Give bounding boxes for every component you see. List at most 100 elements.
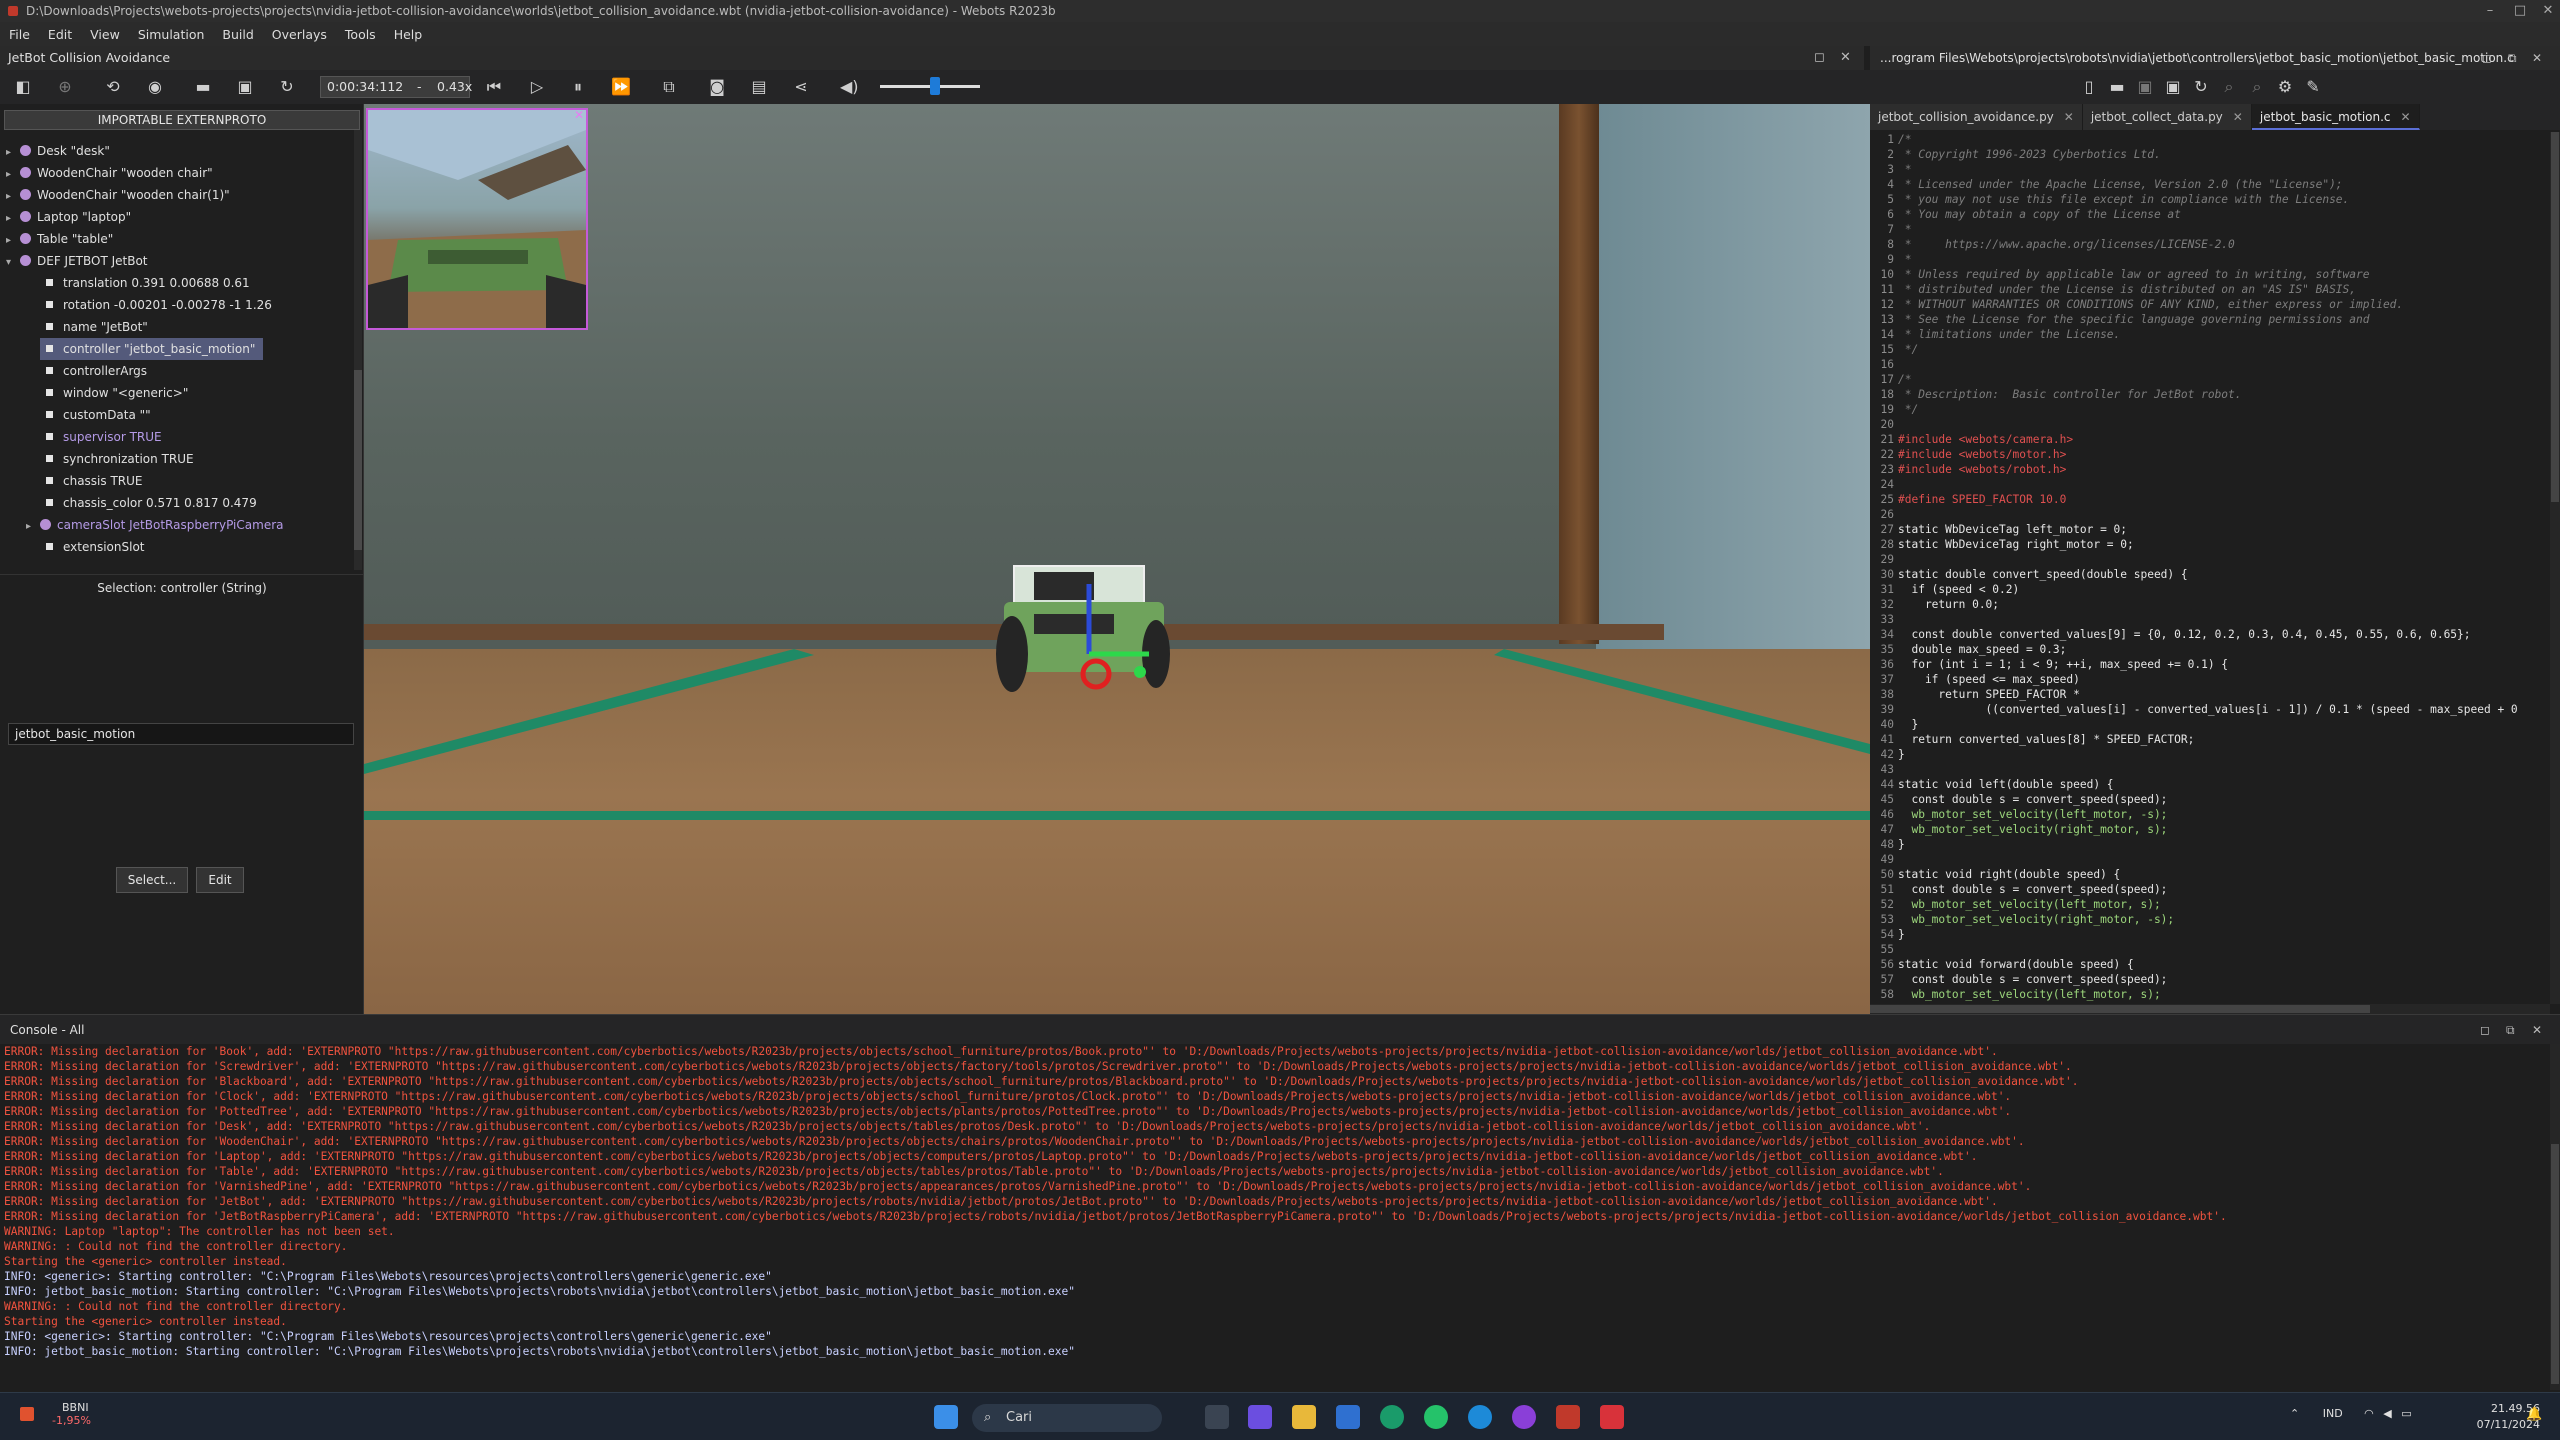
save-icon[interactable]: ▣: [236, 78, 254, 96]
reset-simulation-icon[interactable]: ⏮: [485, 78, 503, 96]
language-indicator[interactable]: IND: [2323, 1407, 2343, 1420]
webots-taskbar-icon[interactable]: [1556, 1405, 1580, 1429]
float-icon[interactable]: ⧉: [2506, 1015, 2515, 1045]
scene-tree-scrollbar[interactable]: [354, 130, 362, 570]
code-line[interactable]: 30 static double convert_speed(double spe…: [1870, 567, 2550, 582]
save-icon[interactable]: ▣: [2136, 78, 2154, 96]
tree-field-chassis[interactable]: chassis TRUE: [46, 470, 143, 492]
stock-widget[interactable]: BBNI -1,95%: [20, 1401, 91, 1427]
tree-field-custom-data[interactable]: customData "": [46, 404, 151, 426]
volume-icon[interactable]: ◀: [2383, 1407, 2391, 1420]
code-line[interactable]: 25 #define SPEED_FACTOR 10.0: [1870, 492, 2550, 507]
code-line[interactable]: 55: [1870, 942, 2550, 957]
close-tab-icon[interactable]: ✕: [2401, 110, 2411, 124]
code-line[interactable]: 56 static void forward(double speed) {: [1870, 957, 2550, 972]
close-icon[interactable]: ✕: [2532, 46, 2542, 70]
app-icon[interactable]: [1512, 1405, 1536, 1429]
reset-viewpoint-icon[interactable]: ⟲: [104, 78, 122, 96]
clean-brush-icon[interactable]: ✎: [2304, 78, 2322, 96]
console-scrollbar[interactable]: [2550, 1044, 2560, 1390]
code-line[interactable]: 20: [1870, 417, 2550, 432]
pause-icon[interactable]: ⏸: [569, 78, 587, 96]
tree-field-translation[interactable]: translation 0.391 0.00688 0.61: [46, 272, 250, 294]
code-line[interactable]: 26: [1870, 507, 2550, 522]
expand-arrow-icon[interactable]: ▸: [6, 208, 20, 230]
code-line[interactable]: 1 /*: [1870, 132, 2550, 147]
code-line[interactable]: 22 #include <webots/motor.h>: [1870, 447, 2550, 462]
code-line[interactable]: 23 #include <webots/robot.h>: [1870, 462, 2550, 477]
add-node-icon[interactable]: ⊕: [56, 78, 74, 96]
clock[interactable]: 21.49.56 07/11/2024: [2440, 1401, 2540, 1433]
close-icon[interactable]: ✕: [2532, 1015, 2542, 1045]
code-line[interactable]: 44 static void left(double speed) {: [1870, 777, 2550, 792]
code-line[interactable]: 34 const double converted_values[9] = {0…: [1870, 627, 2550, 642]
select-button[interactable]: Select...: [116, 867, 188, 893]
open-folder-icon[interactable]: ▬: [2108, 78, 2126, 96]
code-line[interactable]: 10 * Unless required by applicable law o…: [1870, 267, 2550, 282]
tree-field-extension-slot[interactable]: extensionSlot: [46, 536, 145, 558]
screenshot-icon[interactable]: ◙: [708, 78, 726, 96]
tab-jetbot-collision-avoidance[interactable]: jetbot_collision_avoidance.py ✕: [1870, 104, 2083, 130]
code-line[interactable]: 4 * Licensed under the Apache License, V…: [1870, 177, 2550, 192]
code-line[interactable]: 53 wb_motor_set_velocity(right_motor, -s…: [1870, 912, 2550, 927]
menu-file[interactable]: File: [0, 27, 39, 42]
code-line[interactable]: 42}: [1870, 747, 2550, 762]
code-line[interactable]: 45 const double s = convert_speed(speed)…: [1870, 792, 2550, 807]
3d-viewport[interactable]: ✕: [364, 104, 1870, 1014]
code-line[interactable]: 48}: [1870, 837, 2550, 852]
notification-bell-icon[interactable]: 🔔: [2526, 1407, 2542, 1422]
expand-arrow-icon[interactable]: ▸: [6, 186, 20, 208]
code-line[interactable]: 13 * See the License for the specific la…: [1870, 312, 2550, 327]
close-icon[interactable]: ✕: [1840, 46, 1851, 70]
code-line[interactable]: 21 #include <webots/camera.h>: [1870, 432, 2550, 447]
code-line[interactable]: 6 * You may obtain a copy of the License…: [1870, 207, 2550, 222]
tab-jetbot-collect-data[interactable]: jetbot_collect_data.py ✕: [2082, 104, 2252, 130]
fast-forward-icon[interactable]: ⏩: [611, 78, 631, 96]
code-line[interactable]: 31 if (speed < 0.2): [1870, 582, 2550, 597]
code-line[interactable]: 5 * you may not use this file except in …: [1870, 192, 2550, 207]
toggle-scene-tree-icon[interactable]: ◧: [14, 78, 32, 96]
battery-icon[interactable]: ▭: [2401, 1407, 2411, 1420]
code-line[interactable]: 2 * Copyright 1996-2023 Cyberbotics Ltd.: [1870, 147, 2550, 162]
save-all-icon[interactable]: ▣: [2164, 78, 2182, 96]
code-line[interactable]: 12 * WITHOUT WARRANTIES OR CONDITIONS OF…: [1870, 297, 2550, 312]
code-line[interactable]: 7 *: [1870, 222, 2550, 237]
tree-node-wooden-chair-1[interactable]: ▸ WoodenChair "wooden chair(1)": [6, 184, 230, 206]
expand-arrow-icon[interactable]: ▸: [26, 516, 40, 538]
whatsapp-icon[interactable]: [1424, 1405, 1448, 1429]
share-icon[interactable]: ⋖: [792, 78, 810, 96]
menu-tools[interactable]: Tools: [336, 27, 385, 42]
tree-node-laptop[interactable]: ▸ Laptop "laptop": [6, 206, 131, 228]
code-line[interactable]: 57 const double s = convert_speed(speed)…: [1870, 972, 2550, 987]
code-line[interactable]: 54}: [1870, 927, 2550, 942]
code-line[interactable]: 33: [1870, 612, 2550, 627]
tree-field-controller-args[interactable]: controllerArgs: [46, 360, 147, 382]
edit-button[interactable]: Edit: [196, 867, 244, 893]
tray-overflow-icon[interactable]: ⌃: [2290, 1407, 2299, 1420]
code-line[interactable]: 19 */: [1870, 402, 2550, 417]
reload-icon[interactable]: ↻: [278, 78, 296, 96]
tree-field-chassis-color[interactable]: chassis_color 0.571 0.817 0.479: [46, 492, 257, 514]
code-line[interactable]: 32 return 0.0;: [1870, 597, 2550, 612]
menu-help[interactable]: Help: [385, 27, 432, 42]
menu-build[interactable]: Build: [213, 27, 262, 42]
console-output[interactable]: ERROR: Missing declaration for 'Book', a…: [0, 1044, 2548, 1390]
pdf-icon[interactable]: [1600, 1405, 1624, 1429]
collapse-arrow-icon[interactable]: ▾: [6, 252, 20, 274]
volume-slider-handle[interactable]: [930, 77, 940, 95]
code-line[interactable]: 29: [1870, 552, 2550, 567]
tree-node-desk[interactable]: ▸ Desk "desk": [6, 140, 110, 162]
task-view-icon[interactable]: [1205, 1405, 1229, 1429]
close-icon[interactable]: ✕: [2528, 0, 2560, 22]
tree-node-jetbot[interactable]: ▾ DEF JETBOT JetBot: [6, 250, 148, 272]
code-line[interactable]: 27 static WbDeviceTag left_motor = 0;: [1870, 522, 2550, 537]
code-line[interactable]: 3 *: [1870, 162, 2550, 177]
code-line[interactable]: 15 */: [1870, 342, 2550, 357]
jetbot-robot[interactable]: [994, 564, 1174, 704]
code-line[interactable]: 8 * https://www.apache.org/licenses/LICE…: [1870, 237, 2550, 252]
menu-edit[interactable]: Edit: [39, 27, 81, 42]
code-line[interactable]: 16: [1870, 357, 2550, 372]
code-line[interactable]: 50 static void right(double speed) {: [1870, 867, 2550, 882]
code-line[interactable]: 47 wb_motor_set_velocity(right_motor, s)…: [1870, 822, 2550, 837]
file-explorer-icon[interactable]: [1292, 1405, 1316, 1429]
